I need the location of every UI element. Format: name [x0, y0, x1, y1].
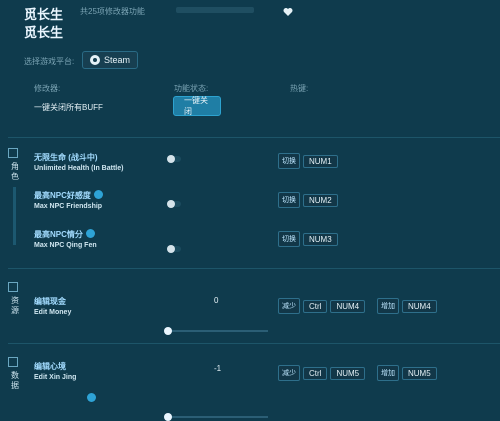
feature-1-cn: 无限生命 (战斗中): [34, 153, 98, 162]
app-title: 觅长生: [24, 7, 64, 22]
money-dec-key-2[interactable]: NUM4: [330, 299, 366, 313]
feature-3-hotkeys: 切换 NUM3: [278, 231, 338, 247]
feature-3-key[interactable]: NUM3: [303, 232, 338, 246]
star-icon: [85, 229, 95, 238]
xinjing-inc-key[interactable]: NUM5: [402, 366, 437, 380]
divider-bottom: [8, 343, 500, 344]
resources-icon: [8, 282, 18, 292]
xinjing-dec-key-2[interactable]: NUM5: [330, 366, 366, 380]
xinjing-dec-key-1[interactable]: Ctrl: [303, 366, 328, 380]
feature-3-cn-text: 最高NPC情分: [34, 230, 83, 239]
feature-row-2: 最高NPC好感度 Max NPC Friendship: [34, 189, 103, 210]
xinjing-inc-action: 增加: [377, 365, 399, 381]
feature-2-key[interactable]: NUM2: [303, 193, 338, 207]
money-dec-action: 减少: [278, 298, 300, 314]
section-data-label: 数据: [11, 371, 19, 390]
feature-count: 共25项修改器功能: [80, 7, 145, 16]
steam-label: Steam: [104, 55, 131, 65]
feature-3-en: Max NPC Qing Fen: [34, 242, 97, 249]
toggle-knob: [167, 200, 175, 208]
feature-row-3: 最高NPC情分 Max NPC Qing Fen: [34, 228, 97, 249]
star-icon: [93, 190, 103, 199]
money-cn: 编辑现金: [34, 297, 66, 306]
xinjing-slider-knob[interactable]: [164, 413, 172, 421]
feature-3-toggle[interactable]: [167, 245, 181, 253]
star-icon: [87, 393, 96, 402]
xinjing-en: Edit Xin Jing: [34, 374, 77, 381]
xinjing-value: -1: [214, 364, 222, 373]
slider-row-xinjing: 编辑心境 Edit Xin Jing: [34, 361, 76, 381]
slider-row-money: 编辑现金 Edit Money: [34, 296, 71, 316]
col-hotkey: 热键:: [290, 84, 309, 93]
heart-icon[interactable]: [283, 4, 293, 16]
feature-1-key[interactable]: NUM1: [303, 154, 338, 168]
section-resources: 资源: [8, 282, 22, 315]
steam-icon: [90, 55, 100, 65]
redacted-info: [176, 7, 254, 13]
money-inc-hotkeys: 增加 NUM4: [377, 298, 437, 314]
section-character: 角色: [8, 148, 22, 246]
divider-top: [8, 137, 500, 138]
feature-1-en: Unlimited Health (In Battle): [34, 165, 124, 172]
steam-platform-button[interactable]: Steam: [82, 51, 139, 69]
xinjing-cn: 编辑心境: [34, 362, 66, 371]
xinjing-slider[interactable]: [164, 413, 268, 421]
platform-label: 选择游戏平台:: [24, 57, 75, 66]
money-value: 0: [214, 296, 219, 305]
feature-2-cn: 最高NPC好感度: [34, 189, 103, 201]
money-slider-knob[interactable]: [164, 327, 172, 335]
feature-1-toggle[interactable]: [167, 155, 181, 163]
disable-all-buff-label: 一键关闭所有BUFF: [34, 103, 103, 112]
col-modifier: 修改器:: [34, 84, 61, 93]
section-character-label: 角色: [11, 162, 19, 181]
character-icon: [8, 148, 18, 158]
money-slider[interactable]: [164, 327, 268, 335]
section-data: 数据: [8, 357, 22, 390]
feature-2-toggle[interactable]: [167, 200, 181, 208]
feature-2-cn-text: 最高NPC好感度: [34, 191, 91, 200]
feature-row-1: 无限生命 (战斗中) Unlimited Health (In Battle): [34, 152, 123, 172]
xinjing-dec-hotkeys: 减少 Ctrl NUM5: [278, 365, 366, 381]
xinjing-inc-hotkeys: 增加 NUM5: [377, 365, 437, 381]
section-resources-label: 资源: [11, 296, 19, 315]
feature-1-action: 切换: [278, 153, 300, 169]
feature-2-hotkeys: 切换 NUM2: [278, 192, 338, 208]
feature-2-action: 切换: [278, 192, 300, 208]
toggle-knob: [167, 245, 175, 253]
feature-1-hotkeys: 切换 NUM1: [278, 153, 338, 169]
money-dec-key-1[interactable]: Ctrl: [303, 299, 328, 313]
divider-middle: [8, 268, 500, 269]
feature-3-action: 切换: [278, 231, 300, 247]
toggle-knob: [167, 155, 175, 163]
money-en: Edit Money: [34, 309, 72, 316]
character-scroll-indicator: [13, 187, 16, 246]
col-status: 功能状态:: [174, 84, 209, 93]
xinjing-dec-action: 减少: [278, 365, 300, 381]
money-inc-key[interactable]: NUM4: [402, 299, 437, 313]
data-icon: [8, 357, 18, 367]
money-inc-action: 增加: [377, 298, 399, 314]
money-dec-hotkeys: 减少 Ctrl NUM4: [278, 298, 366, 314]
feature-3-cn: 最高NPC情分: [34, 228, 97, 240]
app-subtitle: 觅长生: [24, 25, 64, 40]
feature-2-en: Max NPC Friendship: [34, 203, 103, 210]
disable-all-button[interactable]: 一键关闭: [173, 96, 221, 116]
